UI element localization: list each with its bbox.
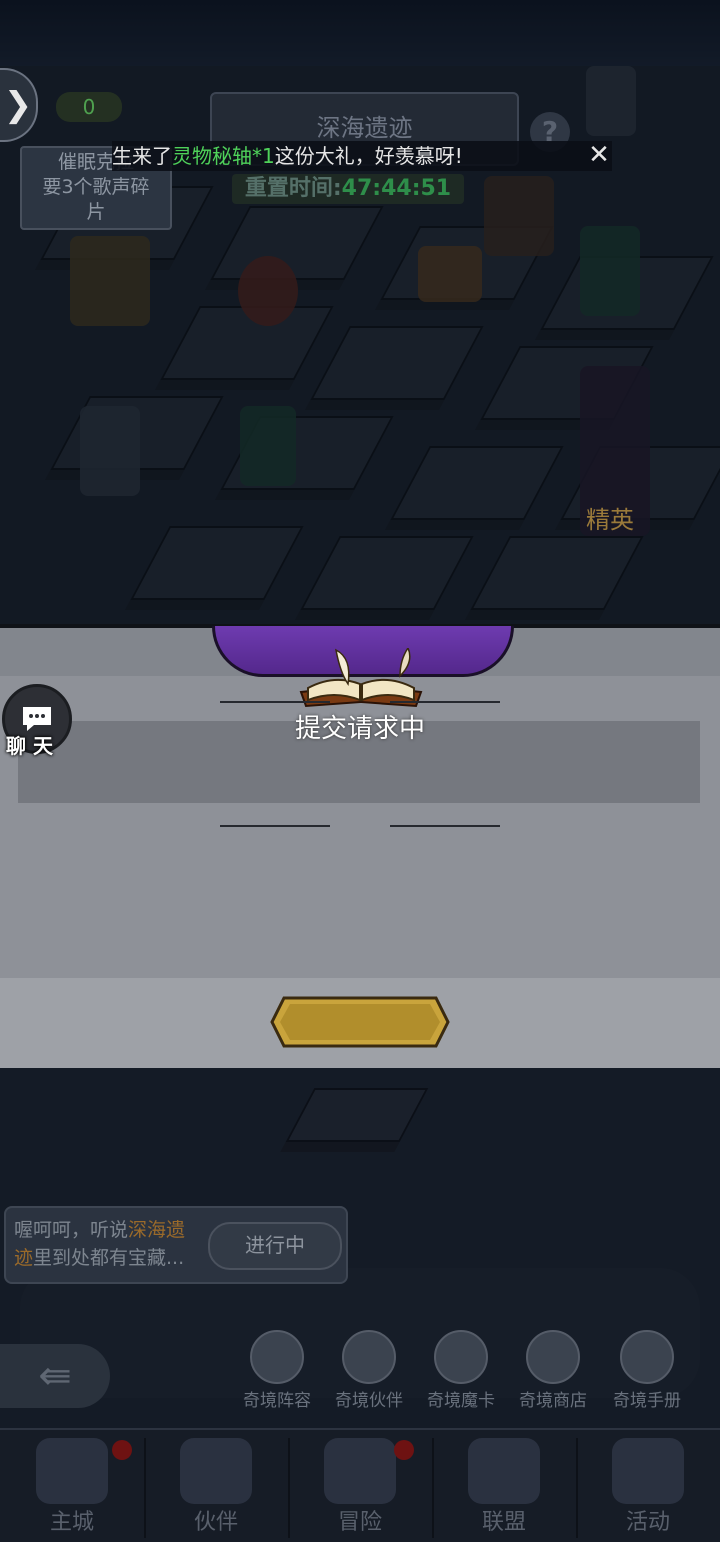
shield-icon xyxy=(468,1438,540,1504)
nav-label: 主城 xyxy=(49,1510,94,1535)
nav-label: 伙伴 xyxy=(193,1510,238,1535)
wonderland-magic-card-button[interactable]: 奇境魔卡 xyxy=(418,1330,504,1411)
marquee-suffix: 这份大礼，好羡慕呀! xyxy=(274,144,463,168)
marquee-prefix: 生来了 xyxy=(112,144,172,168)
quest-text: 喔呵呵，听说深海遗迹里到处都有宝藏... xyxy=(14,1216,210,1272)
task-hint-line: 要3个歌声碎 xyxy=(42,176,150,198)
nav-partners[interactable]: 伙伴 xyxy=(144,1430,288,1542)
nav-label: 活动 xyxy=(625,1510,670,1535)
compass-icon xyxy=(324,1438,396,1504)
castle-icon xyxy=(36,1438,108,1504)
chess-piece-icon xyxy=(250,1330,304,1384)
back-arrow-icon: ⇚ xyxy=(38,1353,72,1399)
notification-badge xyxy=(394,1440,414,1460)
ornament-divider-left xyxy=(220,825,330,827)
nav-activities[interactable]: 活动 xyxy=(576,1430,720,1542)
wonderland-shop-button[interactable]: 奇境商店 xyxy=(510,1330,596,1411)
bottom-nav: 主城 伙伴 冒险 联盟 活动 xyxy=(0,1428,720,1542)
task-hint-line: 片 xyxy=(86,201,106,223)
ornament-divider-right xyxy=(390,825,500,827)
right-button-label: 奇境魔卡 xyxy=(427,1391,495,1411)
handbook-icon xyxy=(620,1330,674,1384)
card-icon xyxy=(434,1330,488,1384)
ornament-divider-left xyxy=(220,701,330,703)
right-button-label: 奇境伙伴 xyxy=(335,1391,403,1411)
wonderland-lineup-button[interactable]: 奇境阵容 xyxy=(234,1330,320,1411)
nav-label: 冒险 xyxy=(337,1510,382,1535)
close-icon[interactable]: ✕ xyxy=(586,142,612,168)
chat-label: 聊 天 xyxy=(6,734,53,758)
book-quill-icon xyxy=(299,648,423,708)
notification-badge xyxy=(112,1440,132,1460)
partner-icon xyxy=(342,1330,396,1384)
ornament-divider-right xyxy=(390,701,500,703)
quest-text-a: 喔呵呵，听说 xyxy=(14,1219,129,1241)
confirm-button[interactable] xyxy=(270,996,450,1048)
elite-label: 精英 xyxy=(586,506,634,534)
reset-timer: 重置时间:47:44:51 xyxy=(232,174,464,204)
ruins-title: 深海遗迹 xyxy=(316,114,413,142)
wizard-hat-icon xyxy=(180,1438,252,1504)
request-modal: 提交请求中 xyxy=(0,624,720,1072)
quest-highlight: 迹 xyxy=(14,1247,34,1269)
reset-label: 重置时间: xyxy=(244,176,342,201)
broadcast-marquee: 生来了灵物秘轴*1这份大礼，好羡慕呀! xyxy=(112,141,612,171)
in-progress-button[interactable]: 进行中 xyxy=(208,1222,342,1270)
back-arrow-button[interactable]: ⇚ xyxy=(0,1344,110,1408)
nav-adventure[interactable]: 冒险 xyxy=(288,1430,432,1542)
cards-icon xyxy=(612,1438,684,1504)
nav-alliance[interactable]: 联盟 xyxy=(432,1430,576,1542)
quest-highlight: 深海遗 xyxy=(128,1219,186,1241)
shop-icon xyxy=(526,1330,580,1384)
right-button-label: 奇境商店 xyxy=(519,1391,587,1411)
right-button-label: 奇境手册 xyxy=(613,1391,681,1411)
quest-text-b: 里到处都有宝藏... xyxy=(33,1247,185,1269)
marquee-item: 灵物秘轴*1 xyxy=(172,144,275,168)
chevron-right-icon: ❯ xyxy=(3,85,33,125)
nav-main-city[interactable]: 主城 xyxy=(0,1430,144,1542)
nav-label: 联盟 xyxy=(481,1510,526,1535)
reset-time: 47:44:51 xyxy=(341,176,452,201)
wonderland-handbook-button[interactable]: 奇境手册 xyxy=(604,1330,690,1411)
status-message: 提交请求中 xyxy=(294,714,425,744)
fragment-counter: 0 xyxy=(56,92,122,122)
right-button-label: 奇境阵容 xyxy=(243,1391,311,1411)
wonderland-partner-button[interactable]: 奇境伙伴 xyxy=(326,1330,412,1411)
